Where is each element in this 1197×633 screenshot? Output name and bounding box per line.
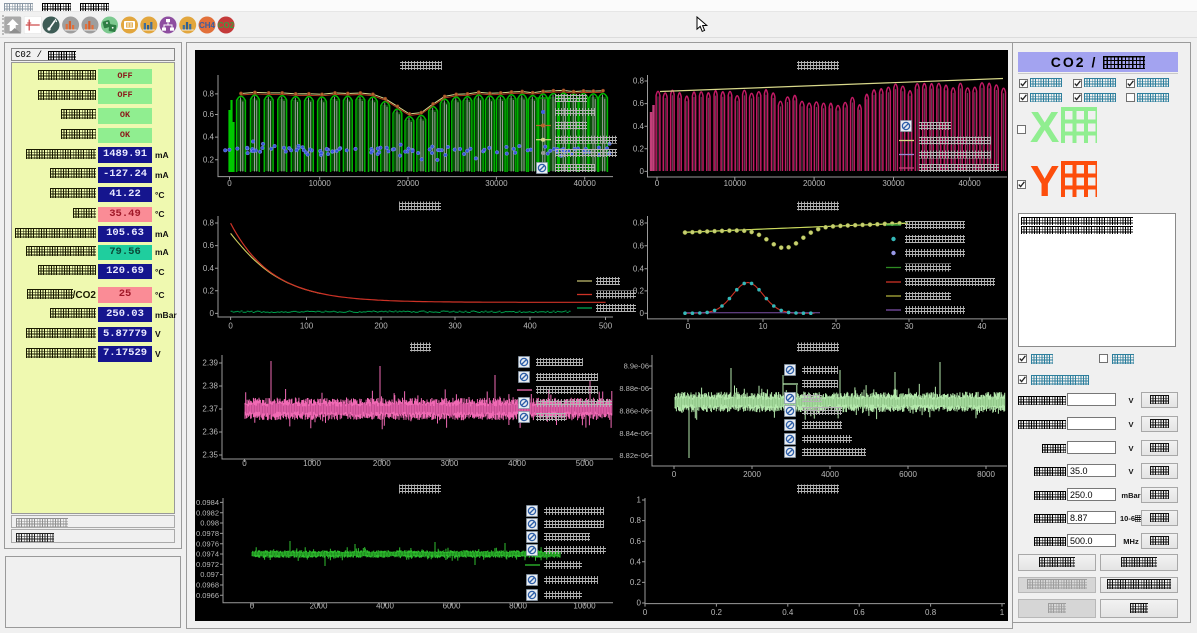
svg-text:0.6: 0.6 [854, 608, 866, 617]
svg-text:0.4: 0.4 [203, 264, 215, 273]
svg-text:40: 40 [978, 322, 987, 331]
svg-text:0.2: 0.2 [711, 608, 723, 617]
svg-text:2.37: 2.37 [202, 405, 218, 414]
svg-text:0.2: 0.2 [633, 287, 645, 296]
svg-text:0: 0 [228, 322, 233, 331]
svg-text:0.2: 0.2 [633, 144, 645, 153]
svg-text:0.8: 0.8 [203, 219, 215, 228]
svg-text:300: 300 [448, 322, 462, 331]
svg-text:0: 0 [643, 608, 648, 617]
svg-text:10: 10 [759, 322, 768, 331]
svg-text:0: 0 [672, 470, 677, 479]
svg-text:8.82e-06: 8.82e-06 [619, 451, 649, 460]
svg-text:1: 1 [1000, 608, 1005, 617]
svg-text:2.35: 2.35 [202, 451, 218, 460]
svg-text:2.39: 2.39 [202, 359, 218, 368]
svg-text:500: 500 [599, 322, 613, 331]
svg-text:0.2: 0.2 [203, 286, 215, 295]
svg-text:0.8: 0.8 [203, 90, 215, 99]
svg-text:30000: 30000 [485, 179, 508, 188]
svg-text:6000: 6000 [899, 470, 917, 479]
svg-text:20000: 20000 [803, 179, 826, 188]
svg-text:0.4: 0.4 [633, 122, 645, 131]
svg-text:0.0974: 0.0974 [196, 550, 219, 559]
svg-text:0.0984: 0.0984 [196, 498, 219, 507]
svg-text:40000: 40000 [574, 179, 597, 188]
svg-text:0.0982: 0.0982 [196, 508, 219, 517]
svg-text:0.0978: 0.0978 [196, 529, 219, 538]
svg-text:10000: 10000 [724, 179, 747, 188]
svg-text:8.88e-06: 8.88e-06 [619, 384, 649, 393]
svg-text:0.0976: 0.0976 [196, 539, 219, 548]
svg-text:0.4: 0.4 [630, 557, 642, 566]
svg-text:2.38: 2.38 [202, 382, 218, 391]
svg-text:4000: 4000 [821, 470, 839, 479]
svg-text:2000: 2000 [743, 470, 761, 479]
svg-text:0.0968: 0.0968 [196, 581, 219, 590]
svg-text:0: 0 [637, 599, 642, 608]
svg-text:1: 1 [637, 496, 642, 505]
svg-text:0.4: 0.4 [633, 264, 645, 273]
svg-text:0: 0 [640, 309, 645, 318]
svg-text:0.4: 0.4 [203, 133, 215, 142]
svg-text:10000: 10000 [309, 179, 332, 188]
svg-text:0.6: 0.6 [633, 99, 645, 108]
svg-text:40000: 40000 [958, 179, 981, 188]
svg-text:0.098: 0.098 [200, 519, 219, 528]
svg-text:0.2: 0.2 [630, 578, 642, 587]
svg-text:0.6: 0.6 [203, 110, 215, 119]
svg-text:8.84e-06: 8.84e-06 [619, 429, 649, 438]
svg-text:30000: 30000 [882, 179, 905, 188]
svg-text:0.8: 0.8 [633, 219, 645, 228]
svg-text:0: 0 [640, 167, 645, 176]
svg-text:CH4: CH4 [199, 21, 216, 30]
svg-text:400: 400 [523, 322, 537, 331]
svg-text:200: 200 [374, 322, 388, 331]
svg-text:0.8: 0.8 [633, 77, 645, 86]
svg-text:8.86e-06: 8.86e-06 [619, 406, 649, 415]
svg-text:0.8: 0.8 [630, 516, 642, 525]
svg-text:0.0966: 0.0966 [196, 591, 219, 600]
svg-text:8.9e-06: 8.9e-06 [624, 362, 649, 371]
svg-text:0: 0 [210, 309, 215, 318]
svg-text:100: 100 [300, 322, 314, 331]
svg-text:0: 0 [655, 179, 660, 188]
svg-text:0.6: 0.6 [203, 241, 215, 250]
svg-text:20000: 20000 [397, 179, 420, 188]
svg-text:0.097: 0.097 [200, 570, 219, 579]
svg-text:2.36: 2.36 [202, 428, 218, 437]
svg-text:0.6: 0.6 [633, 241, 645, 250]
svg-text:0.6: 0.6 [630, 537, 642, 546]
svg-text:0.0972: 0.0972 [196, 560, 219, 569]
svg-text:CO2: CO2 [218, 21, 235, 30]
svg-text:0.8: 0.8 [925, 608, 937, 617]
svg-text:20: 20 [832, 322, 841, 331]
svg-text:30: 30 [905, 322, 914, 331]
svg-text:0.2: 0.2 [203, 155, 215, 164]
svg-text:0.4: 0.4 [782, 608, 794, 617]
svg-text:8000: 8000 [977, 470, 995, 479]
svg-text:0: 0 [227, 179, 232, 188]
svg-text:0: 0 [686, 322, 691, 331]
